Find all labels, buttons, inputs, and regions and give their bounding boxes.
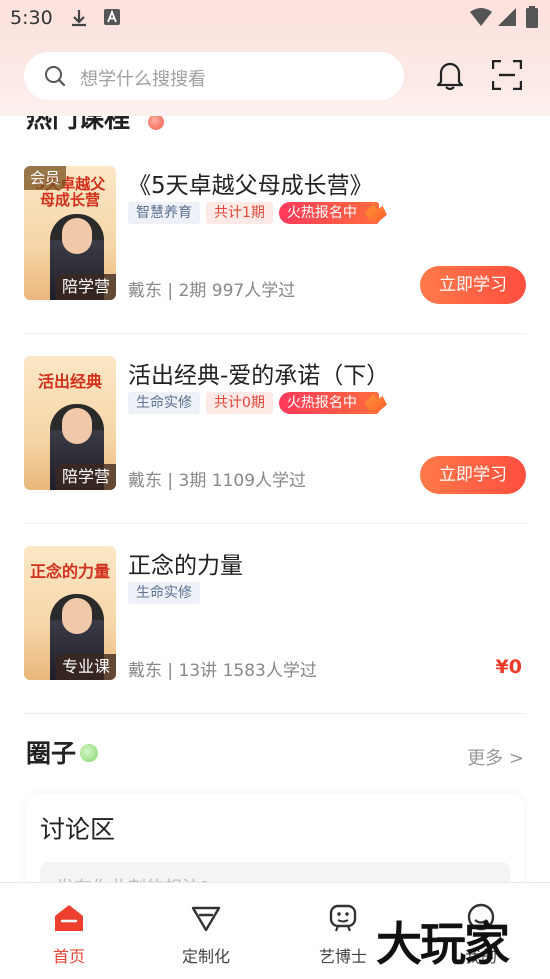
wifi-icon (470, 8, 492, 30)
hot-signup-tag: 火热报名中 (278, 202, 387, 224)
course-meta: 戴东 | 3期 1109人学过 (128, 471, 307, 491)
custom-icon (191, 903, 221, 933)
course-type-badge: 陪学营 (55, 464, 116, 490)
hot-signup-tag: 火热报名中 (278, 392, 387, 414)
divider (24, 523, 526, 524)
course-title: 正念的力量 (128, 553, 243, 579)
nav-label: 首页 (52, 947, 85, 966)
divider (24, 333, 526, 334)
start-learning-button[interactable]: 立即学习 (420, 266, 526, 304)
course-cover-image: 活出经典 陪学营 (24, 356, 116, 490)
text-app-icon (104, 9, 120, 29)
circle-section-title: 圈子 (26, 739, 77, 768)
course-meta: 戴东 | 13讲 1583人学过 (128, 661, 317, 681)
discussion-title: 讨论区 (40, 815, 116, 844)
download-icon (70, 9, 88, 31)
signal-icon (498, 8, 516, 30)
course-card[interactable]: 5天卓越父母成长营 会员 陪学营 《5天卓越父母成长营》 智慧养育 共计1期 火… (24, 166, 526, 334)
search-icon (44, 65, 66, 91)
course-type-badge: 陪学营 (55, 274, 116, 300)
member-badge: 会员 (24, 166, 67, 190)
scan-icon[interactable] (491, 59, 523, 94)
status-time: 5:30 (10, 7, 53, 29)
robot-icon (328, 903, 358, 933)
course-card[interactable]: 正念的力量 专业课 正念的力量 生命实修 戴东 | 13讲 1583人学过 ¥0 (24, 546, 526, 714)
course-tags: 生命实修 共计0期 火热报名中 (128, 392, 387, 414)
course-price: ¥0 (495, 656, 522, 678)
course-cover-image: 正念的力量 专业课 (24, 546, 116, 680)
period-tag: 共计1期 (206, 202, 273, 224)
nav-custom[interactable]: 定制化 (151, 883, 261, 979)
more-link[interactable]: 更多 > (467, 744, 524, 770)
nav-home[interactable]: 首页 (14, 883, 124, 979)
cover-face (62, 218, 92, 254)
cover-face (62, 598, 92, 634)
category-tag: 智慧养育 (128, 202, 200, 224)
battery-icon (526, 6, 538, 32)
top-header: 5:30 想学什么搜搜看 (0, 0, 550, 116)
category-tag: 生命实修 (128, 392, 200, 414)
notification-bell-icon[interactable] (436, 60, 464, 94)
divider (24, 713, 526, 714)
period-tag: 共计0期 (206, 392, 273, 414)
course-tags: 生命实修 (128, 582, 200, 604)
status-bar: 5:30 (0, 0, 550, 36)
cover-face (62, 408, 92, 444)
cover-caption: 正念的力量 (30, 562, 111, 581)
cover-caption: 活出经典 (37, 372, 102, 391)
search-placeholder: 想学什么搜搜看 (80, 69, 206, 90)
section-decoration-dot (80, 744, 98, 762)
watermark-logo: 大玩家 (376, 917, 510, 971)
start-learning-button[interactable]: 立即学习 (420, 456, 526, 494)
course-tags: 智慧养育 共计1期 火热报名中 (128, 202, 387, 224)
flame-icon (364, 204, 387, 222)
nav-label: 定制化 (181, 947, 230, 966)
course-card[interactable]: 活出经典 陪学营 活出经典-爱的承诺（下） 生命实修 共计0期 火热报名中 戴东… (24, 356, 526, 524)
course-title: 活出经典-爱的承诺（下） (128, 363, 390, 389)
category-tag: 生命实修 (128, 582, 200, 604)
course-type-badge: 专业课 (55, 654, 116, 680)
course-cover-image: 5天卓越父母成长营 会员 陪学营 (24, 166, 116, 300)
home-icon (54, 903, 84, 933)
flame-icon (364, 394, 387, 412)
section-decoration-dot (148, 114, 164, 130)
course-title: 《5天卓越父母成长营》 (128, 173, 373, 199)
course-meta: 戴东 | 2期 997人学过 (128, 281, 296, 301)
search-input[interactable]: 想学什么搜搜看 (24, 52, 404, 100)
